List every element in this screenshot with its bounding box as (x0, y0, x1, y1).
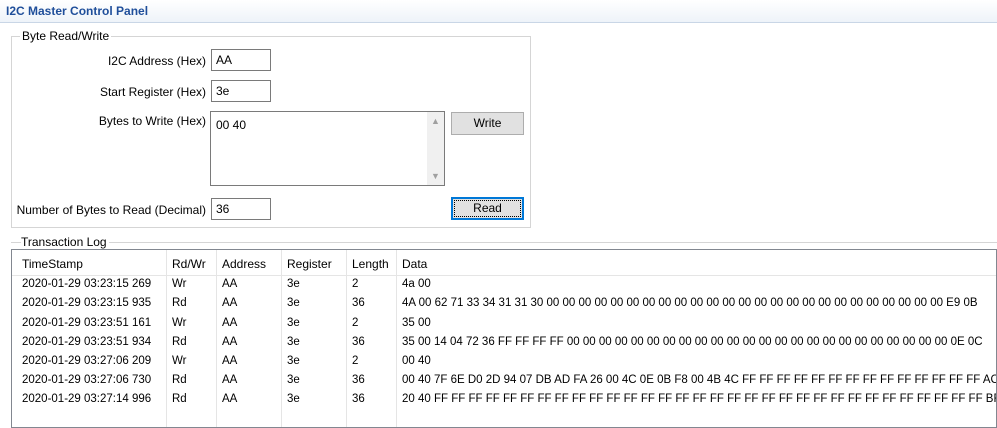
bytes-to-write-text: 00 40 (216, 118, 247, 132)
cell-register: 3e (287, 336, 300, 348)
table-row[interactable]: 2020-01-29 03:23:15 269 Wr AA 3e 2 4a 00 (12, 275, 996, 294)
log-header: TimeStamp Rd/Wr Address Register Length … (12, 250, 996, 276)
cell-register: 3e (287, 393, 300, 405)
cell-register: 3e (287, 297, 300, 309)
start-register-field[interactable] (211, 80, 271, 102)
cell-data: 00 40 (402, 355, 431, 367)
log-divider (11, 242, 997, 243)
cell-timestamp: 2020-01-29 03:27:06 209 (22, 355, 152, 367)
cell-register: 3e (287, 355, 300, 367)
group-legend: Byte Read/Write (20, 29, 112, 43)
cell-data: 35 00 14 04 72 36 FF FF FF FF 00 00 00 0… (402, 336, 983, 348)
cell-address: AA (222, 374, 238, 386)
cell-length: 2 (352, 278, 359, 290)
bytes-to-write-textarea[interactable]: 00 40 ▲ ▼ (210, 111, 445, 186)
cell-register: 3e (287, 317, 300, 329)
bytes-to-write-label: Bytes to Write (Hex) (98, 114, 206, 128)
cell-register: 3e (287, 374, 300, 386)
transaction-log-list[interactable]: TimeStamp Rd/Wr Address Register Length … (11, 249, 997, 428)
cell-data: 35 00 (402, 317, 431, 329)
cell-data: 20 40 FF FF FF FF FF FF FF FF FF FF FF F… (402, 393, 997, 405)
cell-rdwr: Wr (172, 317, 187, 329)
panel-title: I2C Master Control Panel (6, 4, 149, 18)
col-length[interactable]: Length (352, 257, 389, 271)
cell-address: AA (222, 317, 238, 329)
cell-length: 2 (352, 317, 359, 329)
write-button[interactable]: Write (451, 112, 524, 135)
cell-address: AA (222, 336, 238, 348)
col-register[interactable]: Register (287, 257, 332, 271)
cell-register: 3e (287, 278, 300, 290)
cell-timestamp: 2020-01-29 03:23:51 161 (22, 317, 152, 329)
i2c-address-field[interactable] (211, 49, 271, 71)
cell-data: 4A 00 62 71 33 34 31 31 30 00 00 00 00 0… (402, 297, 978, 309)
cell-rdwr: Rd (172, 374, 187, 386)
cell-length: 36 (352, 374, 365, 386)
num-bytes-read-label: Number of Bytes to Read (Decimal) (16, 203, 206, 217)
cell-length: 36 (352, 393, 365, 405)
textarea-scrollbar[interactable]: ▲ ▼ (427, 112, 444, 185)
cell-rdwr: Rd (172, 297, 187, 309)
cell-timestamp: 2020-01-29 03:23:15 269 (22, 278, 152, 290)
scroll-down-icon[interactable]: ▼ (431, 171, 440, 181)
table-row[interactable]: 2020-01-29 03:23:51 161 Wr AA 3e 2 35 00 (12, 314, 996, 333)
focus-rect (454, 200, 521, 217)
cell-length: 2 (352, 355, 359, 367)
cell-address: AA (222, 393, 238, 405)
cell-data: 00 40 7F 6E D0 2D 94 07 DB AD FA 26 00 4… (402, 374, 997, 386)
table-row[interactable]: 2020-01-29 03:23:51 934 Rd AA 3e 36 35 0… (12, 333, 996, 352)
panel-header: I2C Master Control Panel (0, 0, 997, 23)
num-bytes-read-field[interactable] (211, 198, 271, 220)
cell-timestamp: 2020-01-29 03:27:06 730 (22, 374, 152, 386)
cell-rdwr: Rd (172, 336, 187, 348)
transaction-log-title: Transaction Log (21, 235, 109, 249)
cell-address: AA (222, 278, 238, 290)
start-register-label: Start Register (Hex) (99, 85, 206, 99)
cell-length: 36 (352, 336, 365, 348)
col-rdwr[interactable]: Rd/Wr (172, 257, 206, 271)
table-row[interactable]: 2020-01-29 03:27:14 996 Rd AA 3e 36 20 4… (12, 390, 996, 409)
col-timestamp[interactable]: TimeStamp (22, 257, 83, 271)
scroll-up-icon[interactable]: ▲ (431, 116, 440, 126)
read-button[interactable]: Read (451, 197, 524, 220)
cell-timestamp: 2020-01-29 03:23:51 934 (22, 336, 152, 348)
cell-rdwr: Rd (172, 393, 187, 405)
cell-rdwr: Wr (172, 355, 187, 367)
cell-length: 36 (352, 297, 365, 309)
cell-data: 4a 00 (402, 278, 431, 290)
cell-rdwr: Wr (172, 278, 187, 290)
cell-timestamp: 2020-01-29 03:27:14 996 (22, 393, 152, 405)
cell-timestamp: 2020-01-29 03:23:15 935 (22, 297, 152, 309)
table-row[interactable]: 2020-01-29 03:27:06 730 Rd AA 3e 36 00 4… (12, 371, 996, 390)
cell-address: AA (222, 297, 238, 309)
col-data[interactable]: Data (402, 257, 427, 271)
table-row[interactable]: 2020-01-29 03:27:06 209 Wr AA 3e 2 00 40 (12, 352, 996, 371)
table-row[interactable]: 2020-01-29 03:23:15 935 Rd AA 3e 36 4A 0… (12, 294, 996, 313)
col-address[interactable]: Address (222, 257, 266, 271)
i2c-address-label: I2C Address (Hex) (107, 54, 206, 68)
cell-address: AA (222, 355, 238, 367)
